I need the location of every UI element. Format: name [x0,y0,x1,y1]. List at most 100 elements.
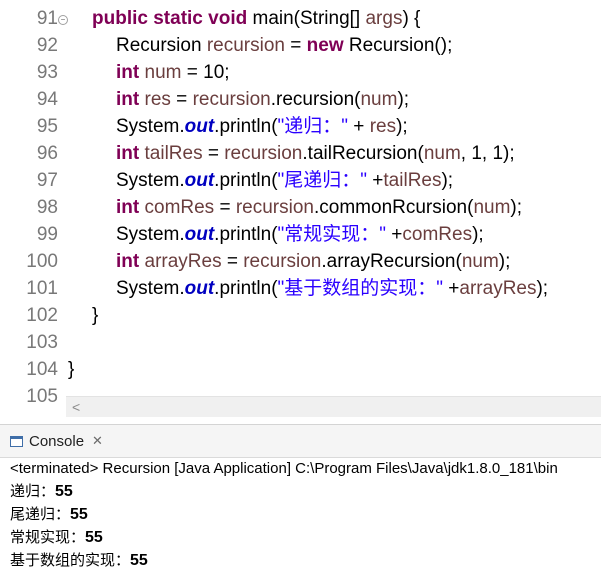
code-text: = [221,251,244,272]
code-text: = [202,143,225,164]
console-tab-bar: Console ✕ [0,424,601,458]
code-text: = 10; [181,62,230,83]
line-number-94: 94 [36,89,58,110]
line-number: 97 [0,167,58,194]
code-line-101[interactable]: System.out.println("基于数组的实现：" +arrayRes)… [68,275,601,302]
code-line-99[interactable]: System.out.println("常规实现：" +comRes); [68,221,601,248]
code-text: .println( [214,224,278,245]
static-field: out [184,278,215,299]
code-line-103[interactable] [68,329,601,356]
variable-name: comRes [402,224,473,245]
code-text: ); [510,197,523,218]
output-line: 常规实现：55 [10,526,148,549]
console-output-panel[interactable]: <terminated> Recursion [Java Application… [0,458,601,582]
code-text: + [367,170,384,191]
code-line-95[interactable]: System.out.println("递归：" + res); [68,113,601,140]
line-number-99: 99 [36,224,58,245]
keyword: int [116,89,140,110]
line-number: 94 [0,86,58,113]
code-line-102[interactable]: } [68,302,601,329]
console-output: 递归：55 尾递归：55 常规实现：55 基于数组的实现：55 [10,480,148,572]
code-text: ); [536,278,549,299]
variable-name: tailRes [144,143,203,164]
code-text: + [386,224,403,245]
closing-brace: } [92,305,99,326]
keyword: new [306,35,344,56]
output-label: 常规实现： [10,529,86,546]
code-text: main(String[] [252,8,366,29]
static-field: out [184,116,215,137]
line-number-91: 91 [36,8,58,29]
code-text: + [348,116,370,137]
tab-console[interactable]: Console ✕ [4,428,111,454]
code-text: .commonRcursion( [314,197,474,218]
line-number-97: 97 [36,170,58,191]
string-literal: "常规实现：" [277,224,387,245]
output-line: 基于数组的实现：55 [10,549,148,572]
static-field: out [184,170,215,191]
code-text: ) { [402,8,421,29]
line-number: 103 [0,329,58,356]
keyword: int [116,197,140,218]
code-text: .println( [214,170,278,191]
line-number-101: 101 [26,278,58,299]
line-number-104: 104 [26,359,58,380]
variable-name: recursion [235,197,314,218]
line-number-100: 100 [26,251,58,272]
static-field: out [184,224,215,245]
horizontal-scrollbar[interactable]: < [66,396,601,417]
variable-name: res [144,89,171,110]
console-icon [10,435,23,447]
code-line-96[interactable]: int tailRes = recursion.tailRecursion(nu… [68,140,601,167]
variable-name: recursion [206,35,285,56]
code-lines[interactable]: public static void main(String[] args) {… [68,5,601,383]
line-number-92: 92 [36,35,58,56]
keyword: static [153,8,203,29]
line-number: 104 [0,356,58,383]
code-editor[interactable]: 91− 92 93 94 95 96 97 98 99 100 101 102 … [0,0,601,420]
variable-name: tailRes [383,170,442,191]
parameter-name: args [365,8,403,29]
code-line-98[interactable]: int comRes = recursion.commonRcursion(nu… [68,194,601,221]
line-number-105: 105 [26,386,58,407]
code-line-91[interactable]: public static void main(String[] args) { [68,5,601,32]
code-line-97[interactable]: System.out.println("尾递归：" +tailRes); [68,167,601,194]
line-number-gutter: 91− 92 93 94 95 96 97 98 99 100 101 102 … [0,5,68,410]
variable-name: num [360,89,398,110]
line-number: 91− [0,5,68,32]
keyword: void [208,8,248,29]
line-number: 96 [0,140,58,167]
console-status-line: <terminated> Recursion [Java Application… [10,460,558,477]
code-text: ); [441,170,454,191]
code-text: = [214,197,236,218]
output-value: 55 [130,552,148,569]
code-text: , 1, 1); [460,143,515,164]
variable-name: recursion [243,251,322,272]
variable-name: arrayRes [459,278,537,299]
fold-collapse-icon[interactable]: − [58,15,68,25]
code-text: + [443,278,460,299]
variable-name: num [473,197,511,218]
code-text: System. [116,224,185,245]
variable-name: arrayRes [144,251,222,272]
line-number-98: 98 [36,197,58,218]
code-line-104[interactable]: } [68,356,601,383]
code-text: .tailRecursion( [302,143,424,164]
variable-name: num [423,143,461,164]
line-number: 93 [0,59,58,86]
code-line-93[interactable]: int num = 10; [68,59,601,86]
code-line-94[interactable]: int res = recursion.recursion(num); [68,86,601,113]
code-line-92[interactable]: Recursion recursion = new Recursion(); [68,32,601,59]
chevron-left-icon[interactable]: < [72,398,80,416]
code-line-100[interactable]: int arrayRes = recursion.arrayRecursion(… [68,248,601,275]
line-number: 100 [0,248,58,275]
code-text: Recursion [116,35,207,56]
line-number: 95 [0,113,58,140]
output-line: 尾递归：55 [10,503,148,526]
variable-name: num [461,251,499,272]
variable-name: recursion [192,89,271,110]
code-text: ); [396,116,408,137]
line-number-102: 102 [26,305,58,326]
variable-name: res [369,116,397,137]
close-icon[interactable]: ✕ [92,433,103,449]
